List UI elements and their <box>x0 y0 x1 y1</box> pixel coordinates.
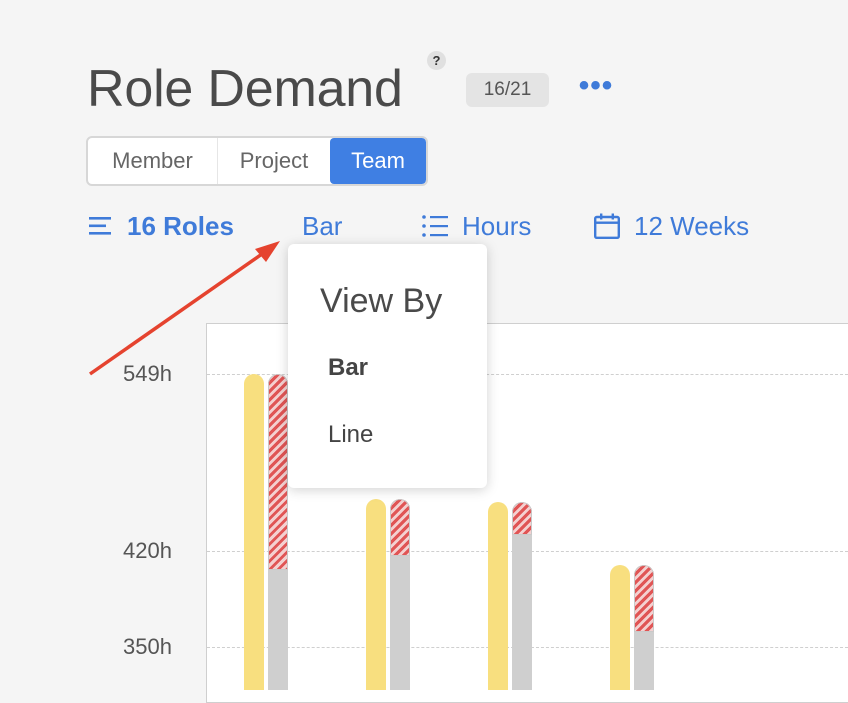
y-tick-label: 420h <box>123 538 172 563</box>
overallocation-segment <box>268 374 288 571</box>
more-options-button[interactable]: ••• <box>578 71 614 102</box>
view-by-option-bar[interactable]: Bar <box>328 354 368 382</box>
view-switch-team[interactable]: Team <box>330 138 426 184</box>
roles-filter-button[interactable]: 16 Roles <box>89 208 234 244</box>
overallocation-segment <box>390 498 410 557</box>
demand-bar[interactable] <box>244 374 264 690</box>
page-title: Role Demand <box>87 60 403 118</box>
view-switch-member[interactable]: Member <box>88 138 218 184</box>
view-switch-project[interactable]: Project <box>218 138 330 184</box>
view-switch: Member Project Team <box>86 136 428 186</box>
date-range-button[interactable]: 12 Weeks <box>594 208 749 244</box>
roles-filter-label: 16 Roles <box>127 210 234 241</box>
capacity-bar[interactable] <box>512 501 532 690</box>
metric-label: Hours <box>462 210 532 241</box>
y-tick-label: 549h <box>123 361 172 386</box>
demand-bar[interactable] <box>610 564 630 690</box>
roles-count-badge: 16/21 <box>466 73 549 107</box>
overallocation-segment <box>512 501 532 535</box>
capacity-bar[interactable] <box>634 564 654 690</box>
y-tick-label: 350h <box>123 634 172 660</box>
demand-bar[interactable] <box>488 501 508 690</box>
capacity-bar[interactable] <box>268 374 288 690</box>
view-by-option-line[interactable]: Line <box>328 421 373 449</box>
calendar-icon <box>594 213 620 239</box>
metric-button[interactable]: Hours <box>422 208 531 244</box>
overallocation-segment <box>634 564 654 632</box>
list-icon <box>89 217 111 235</box>
more-icon: ••• <box>578 69 614 102</box>
view-by-title: View By <box>320 282 443 320</box>
help-icon[interactable]: ? <box>427 51 446 70</box>
bullet-list-icon <box>422 215 448 237</box>
view-by-dropdown: View By Bar Line <box>288 244 487 488</box>
capacity-bar[interactable] <box>390 498 410 690</box>
demand-bar[interactable] <box>366 498 386 690</box>
date-range-label: 12 Weeks <box>634 210 750 241</box>
chart-type-label: Bar <box>302 210 343 241</box>
chart-type-button[interactable]: Bar <box>288 208 342 244</box>
